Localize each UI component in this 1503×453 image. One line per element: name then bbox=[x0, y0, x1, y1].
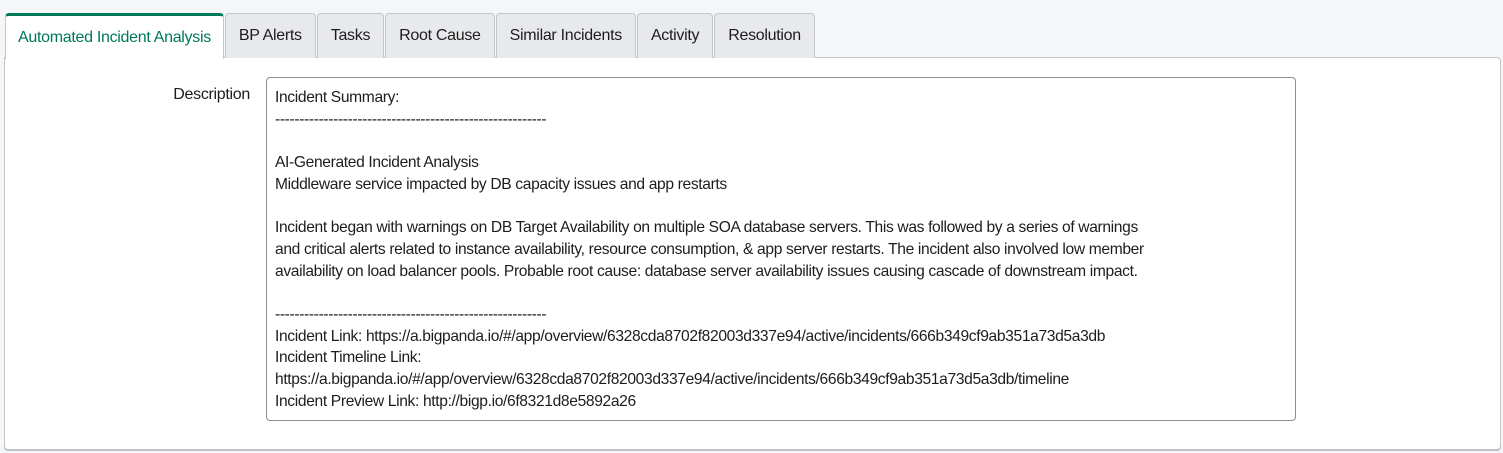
tab-activity[interactable]: Activity bbox=[636, 13, 714, 58]
description-textarea[interactable]: Incident Summary: ----------------------… bbox=[266, 77, 1296, 421]
tab-similar-incidents[interactable]: Similar Incidents bbox=[495, 13, 636, 58]
tab-tasks[interactable]: Tasks bbox=[316, 13, 385, 58]
description-label: Description bbox=[173, 86, 250, 103]
tab-automated-incident-analysis[interactable]: Automated Incident Analysis bbox=[5, 13, 224, 59]
tab-root-cause[interactable]: Root Cause bbox=[385, 13, 495, 58]
tab-bar: Automated Incident Analysis BP Alerts Ta… bbox=[5, 13, 816, 59]
tab-bp-alerts[interactable]: BP Alerts bbox=[224, 13, 316, 58]
tab-resolution[interactable]: Resolution bbox=[714, 13, 815, 58]
